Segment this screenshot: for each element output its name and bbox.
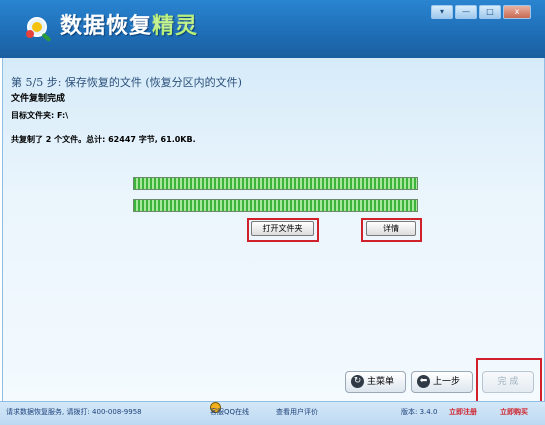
- details-button[interactable]: 详情: [366, 221, 416, 236]
- open-folder-button[interactable]: 打开文件夹: [251, 221, 314, 236]
- prev-step-button[interactable]: ⬅ 上一步: [411, 371, 473, 393]
- finish-button[interactable]: 完 成: [482, 371, 534, 393]
- register-link[interactable]: 立即注册: [449, 402, 477, 423]
- service-hotline: 请求数据恢复服务, 请拨打: 400-008-9958: [6, 408, 142, 416]
- maximize-button[interactable]: □: [479, 5, 501, 19]
- arrow-left-icon: ⬅: [417, 375, 430, 388]
- progress-fill-1: [134, 178, 417, 189]
- status-text: 文件复制完成: [11, 94, 66, 104]
- main-menu-label: 主菜单: [367, 377, 395, 387]
- prev-step-label: 上一步: [433, 377, 461, 387]
- title-bar: 数据恢复精灵 数据恢复精灵 ▾ — □ x: [0, 0, 545, 58]
- version-label: 版本: 3.4.0: [401, 408, 438, 416]
- close-button[interactable]: x: [503, 5, 531, 19]
- status-bar: 请求数据恢复服务, 请拨打: 400-008-9958 客服QQ在线 查看用户评…: [0, 401, 545, 425]
- target-folder: 目标文件夹: F:\: [11, 111, 69, 120]
- app-window: 数据恢复精灵 数据恢复精灵 ▾ — □ x 第 5/5 步: 保存恢复的文件 (…: [0, 0, 545, 425]
- minimize-button[interactable]: —: [455, 5, 477, 19]
- refresh-icon: ↻: [351, 375, 364, 388]
- copy-summary: 共复制了 2 个文件。总计: 62447 字节, 61.0KB.: [11, 135, 196, 144]
- progress-bar-1: [133, 177, 418, 190]
- main-panel: 第 5/5 步: 保存恢复的文件 (恢复分区内的文件) 文件复制完成 目标文件夹…: [2, 58, 545, 404]
- buy-now-link[interactable]: 立即购买: [500, 402, 528, 423]
- window-controls: ▾ — □ x: [431, 5, 531, 19]
- main-menu-button[interactable]: ↻ 主菜单: [345, 371, 406, 393]
- menu-arrow-button[interactable]: ▾: [431, 5, 453, 19]
- magnifier-logo-icon: [26, 17, 51, 42]
- progress-fill-2: [134, 200, 417, 211]
- app-title-reflection: 数据恢复精灵: [60, 14, 199, 29]
- user-reviews-link[interactable]: 查看用户评价: [276, 402, 318, 423]
- progress-bar-2: [133, 199, 418, 212]
- step-title: 第 5/5 步: 保存恢复的文件 (恢复分区内的文件): [11, 76, 242, 89]
